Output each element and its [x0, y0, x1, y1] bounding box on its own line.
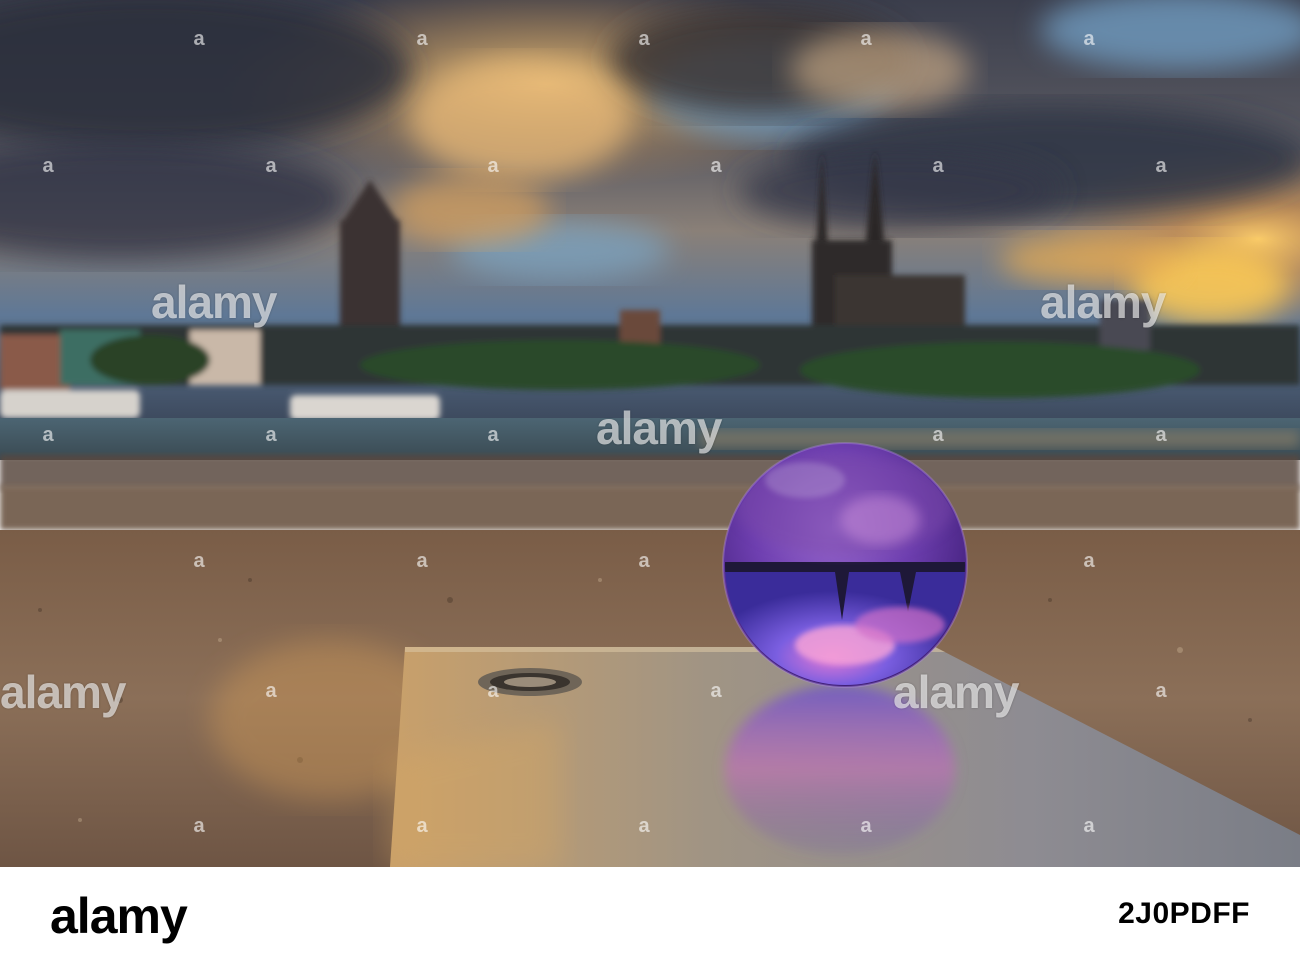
watermark-dot: a	[638, 815, 650, 837]
watermark-dot: a	[265, 680, 277, 702]
watermark-dot: a	[193, 550, 205, 572]
watermark-dot: a	[487, 424, 499, 446]
photo-scene	[0, 0, 1300, 867]
watermark-dot: a	[638, 28, 650, 50]
watermark-dot: a	[710, 155, 722, 177]
watermark-dot: a	[42, 155, 54, 177]
footer-bar: alamy 2J0PDFF	[0, 867, 1300, 957]
watermark-dot: a	[932, 155, 944, 177]
watermark-dot: a	[1083, 28, 1095, 50]
watermark-dot: a	[1083, 815, 1095, 837]
watermark-dot: a	[710, 680, 722, 702]
watermark-dot: a	[860, 815, 872, 837]
watermark-dot: a	[860, 28, 872, 50]
photo: alamy alamy alamy alamy alamy a a a a a …	[0, 0, 1300, 867]
watermark-dot: a	[1083, 550, 1095, 572]
stock-image-id: 2J0PDFF	[1118, 897, 1250, 930]
watermark-dot: a	[638, 550, 650, 572]
watermark-dot: a	[42, 424, 54, 446]
watermark-dot: a	[487, 155, 499, 177]
watermark-dot: a	[416, 550, 428, 572]
alamy-logo: alamy	[50, 888, 188, 944]
watermark-dot: a	[416, 28, 428, 50]
watermark-dot: a	[416, 815, 428, 837]
watermark-dot: a	[932, 424, 944, 446]
watermark-dot: a	[1155, 680, 1167, 702]
watermark-dot: a	[265, 424, 277, 446]
watermark-dot: a	[1155, 155, 1167, 177]
watermark-dot: a	[265, 155, 277, 177]
watermark-dot: a	[487, 680, 499, 702]
watermark-dot: a	[193, 815, 205, 837]
watermark-dot: a	[1155, 424, 1167, 446]
watermark-dot: a	[193, 28, 205, 50]
